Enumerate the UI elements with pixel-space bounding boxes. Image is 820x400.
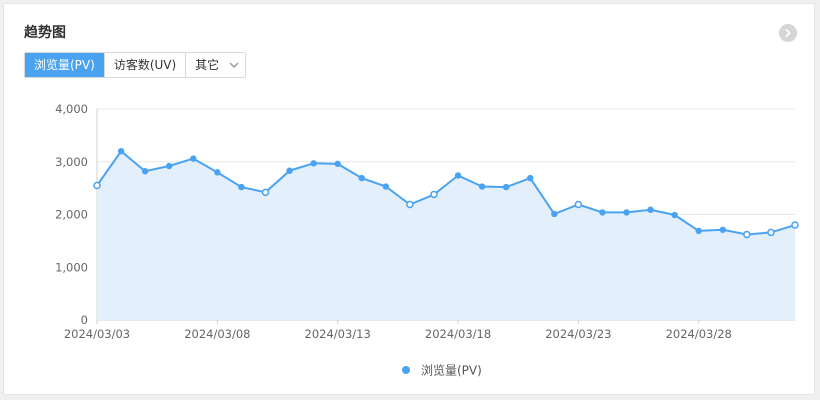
data-point[interactable] <box>647 206 654 213</box>
legend-label: 浏览量(PV) <box>421 363 482 378</box>
data-point[interactable] <box>190 155 197 162</box>
data-point[interactable] <box>261 188 270 197</box>
x-tick-label: 2024/03/13 <box>305 327 371 341</box>
trend-chart: 4,0003,0002,0001,0000 2024/03/03 2024/03/… <box>55 102 799 378</box>
data-point[interactable] <box>719 226 726 233</box>
chart-legend[interactable]: 浏览量(PV) <box>402 363 482 378</box>
data-point[interactable] <box>791 221 799 229</box>
data-point[interactable] <box>358 174 365 182</box>
y-tick-label: 1,000 <box>55 260 88 274</box>
data-point[interactable] <box>310 160 317 167</box>
chart-series <box>93 148 799 320</box>
data-point[interactable] <box>93 181 101 190</box>
data-point[interactable] <box>502 183 510 191</box>
data-point[interactable] <box>334 160 341 168</box>
data-point[interactable] <box>623 209 630 216</box>
x-axis: 2024/03/03 2024/03/08 2024/03/13 2024/03/18… <box>64 319 795 341</box>
data-point[interactable] <box>551 210 558 218</box>
data-point[interactable] <box>141 168 149 175</box>
x-tick-label: 2024/03/28 <box>666 327 732 341</box>
y-tick-label: 0 <box>81 313 88 327</box>
data-point[interactable] <box>214 169 221 176</box>
x-tick-label: 2024/03/18 <box>425 327 491 341</box>
data-point[interactable] <box>527 174 534 182</box>
data-point[interactable] <box>430 190 438 199</box>
data-point[interactable] <box>671 211 678 219</box>
data-point[interactable] <box>238 183 245 191</box>
data-point[interactable] <box>406 200 414 209</box>
x-tick-label: 2024/03/23 <box>545 327 611 341</box>
data-point[interactable] <box>599 209 606 216</box>
data-point[interactable] <box>743 230 751 239</box>
data-point[interactable] <box>574 200 583 209</box>
x-tick-label: 2024/03/08 <box>184 327 250 341</box>
x-tick-label: 2024/03/03 <box>64 327 130 341</box>
y-tick-label: 3,000 <box>55 155 88 169</box>
data-point[interactable] <box>117 148 125 155</box>
data-point[interactable] <box>382 183 390 190</box>
data-point[interactable] <box>695 227 702 235</box>
y-axis: 4,000 3,000 2,000 1,000 0 <box>55 102 98 327</box>
series-area <box>97 151 795 320</box>
data-point[interactable] <box>767 228 775 237</box>
y-tick-label: 2,000 <box>55 208 88 222</box>
data-point[interactable] <box>478 183 486 190</box>
data-point[interactable] <box>166 162 173 170</box>
y-tick-label: 4,000 <box>55 102 88 116</box>
legend-marker <box>402 366 410 374</box>
data-point[interactable] <box>286 167 293 174</box>
data-point[interactable] <box>454 172 462 179</box>
